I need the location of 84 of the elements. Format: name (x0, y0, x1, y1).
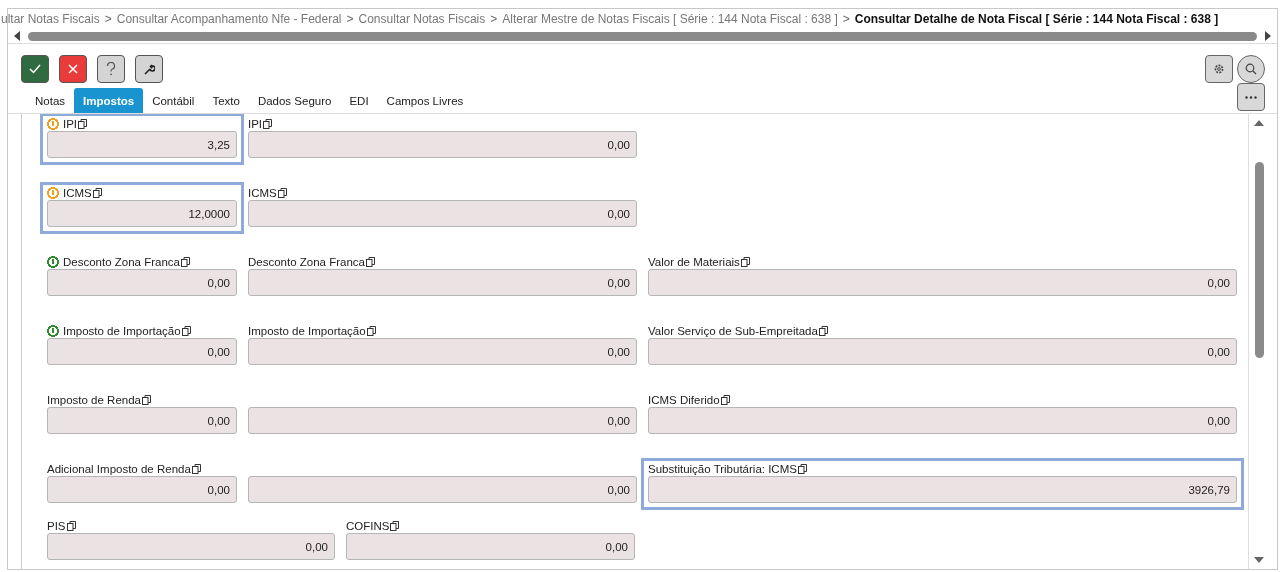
value-field[interactable]: 0,00 (248, 200, 637, 227)
wrench-icon (143, 63, 155, 75)
scrollbar-thumb[interactable] (1254, 162, 1264, 358)
value-field[interactable]: 0,00 (248, 269, 637, 296)
value-field[interactable]: 0,00 (648, 269, 1237, 296)
value-field[interactable]: 12,0000 (47, 200, 237, 227)
more-button[interactable] (1237, 83, 1265, 111)
close-button[interactable] (59, 55, 87, 83)
help-icon (106, 62, 116, 76)
tab[interactable]: Notas (26, 88, 75, 113)
field-label: Adicional Imposto de Renda (47, 462, 191, 475)
search-icon (1245, 63, 1257, 75)
copy-icon[interactable] (366, 256, 375, 267)
copy-icon[interactable] (390, 520, 400, 531)
field-label: Valor Serviço de Sub-Empreitada (648, 324, 818, 337)
breadcrumb-link[interactable]: ultar Notas Fiscais (1, 12, 100, 26)
scroll-up-icon[interactable] (1254, 120, 1264, 126)
copy-icon[interactable] (92, 187, 102, 198)
copy-icon[interactable] (277, 187, 287, 198)
scroll-left-icon[interactable] (14, 31, 20, 41)
close-icon (68, 64, 78, 74)
field-label: ICMS (63, 186, 92, 199)
copy-icon[interactable] (720, 394, 730, 405)
settings-button[interactable] (1205, 55, 1233, 83)
value-field[interactable]: 0,00 (248, 131, 637, 158)
value-field[interactable]: 0,00 (47, 476, 237, 503)
more-icon (1245, 95, 1257, 99)
scroll-right-icon[interactable] (1265, 31, 1271, 41)
scroll-down-icon[interactable] (1254, 557, 1264, 563)
tab[interactable]: Texto (203, 88, 249, 113)
search-button[interactable] (1237, 55, 1265, 83)
breadcrumb-separator: > (842, 12, 850, 26)
copy-icon[interactable] (181, 256, 190, 267)
scrollbar-thumb[interactable] (28, 31, 1257, 41)
copy-icon[interactable] (818, 325, 828, 336)
tab[interactable]: Dados Seguro (248, 88, 341, 113)
check-icon (29, 64, 41, 74)
field-label: Desconto Zona Franca (63, 255, 180, 268)
copy-icon[interactable] (191, 463, 201, 474)
copy-icon[interactable] (740, 256, 750, 267)
tab[interactable]: Contábil (143, 88, 204, 113)
breadcrumb-link[interactable]: Consultar Notas Fiscais (358, 12, 486, 26)
field-label: PIS (47, 519, 66, 532)
field-label: Imposto de Importação (248, 324, 366, 337)
value-field[interactable]: 0,00 (47, 338, 237, 365)
field-label: Imposto de Importação (63, 324, 181, 337)
breadcrumb-link[interactable]: Alterar Mestre de Notas Fiscais [ Série : 144 Nota Fiscal : 638 ] (502, 12, 838, 26)
field-label: IPI (248, 117, 263, 130)
value-field[interactable]: 3926,79 (648, 476, 1237, 503)
help-button[interactable] (97, 55, 125, 83)
value-field[interactable]: 0,00 (47, 407, 237, 434)
field-label: Valor de Materiais (648, 255, 740, 268)
field-label: Substituição Tributária: ICMS (648, 462, 797, 475)
breadcrumb-separator: > (490, 12, 498, 26)
wrench-button[interactable] (135, 55, 163, 83)
field-label: IPI (63, 117, 78, 130)
breadcrumb-separator: > (104, 12, 112, 26)
value-field[interactable]: 0,00 (346, 533, 635, 560)
settings-icon (1213, 63, 1225, 75)
field-label: ICMS (248, 186, 277, 199)
tab[interactable]: EDI (340, 88, 378, 113)
copy-icon[interactable] (142, 394, 151, 405)
value-field[interactable]: 0,00 (47, 269, 237, 296)
value-field[interactable]: 0,00 (47, 533, 335, 560)
copy-icon[interactable] (78, 118, 88, 129)
tab[interactable]: Campos Livres (377, 88, 473, 113)
copy-icon[interactable] (181, 325, 191, 336)
copy-icon[interactable] (797, 463, 807, 474)
value-field[interactable]: 0,00 (248, 476, 637, 503)
field-label: COFINS (346, 519, 390, 532)
copy-icon[interactable] (366, 325, 376, 336)
field-label: ICMS Diferido (648, 393, 720, 406)
value-field[interactable]: 3,25 (47, 131, 237, 158)
copy-icon[interactable] (263, 118, 273, 129)
value-field[interactable]: 0,00 (248, 338, 637, 365)
value-field[interactable]: 0,00 (648, 407, 1237, 434)
breadcrumb-link[interactable]: Consultar Acompanhamento Nfe - Federal (116, 12, 342, 26)
value-field[interactable]: 0,00 (648, 338, 1237, 365)
value-field[interactable]: 0,00 (248, 407, 637, 434)
field-label: Desconto Zona Franca (248, 255, 365, 268)
breadcrumb-separator: > (346, 12, 354, 26)
field-label: Imposto de Renda (47, 393, 141, 406)
copy-icon[interactable] (66, 520, 76, 531)
confirm-button[interactable] (21, 55, 49, 83)
